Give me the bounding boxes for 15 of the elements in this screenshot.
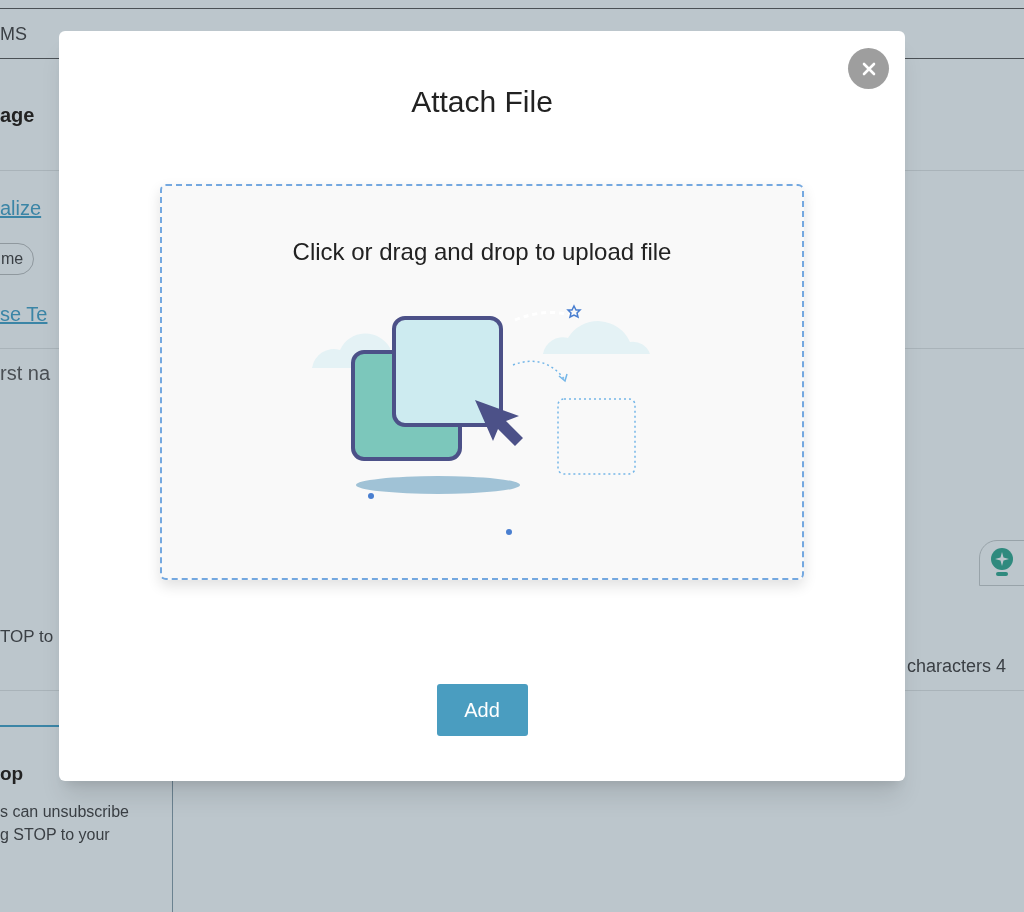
upload-dropzone[interactable]: Click or drag and drop to upload file xyxy=(160,184,804,580)
section-heading: age xyxy=(0,103,35,128)
message-text: TOP to xyxy=(0,626,54,648)
card-description: s can unsubscribe xyxy=(0,802,129,822)
dialog-title: Attach File xyxy=(411,84,553,120)
lightbulb-button[interactable] xyxy=(979,540,1024,586)
tab[interactable]: MS xyxy=(0,21,27,48)
upload-instruction: Click or drag and drop to upload file xyxy=(292,237,672,267)
character-counter: characters 4 xyxy=(907,655,1007,678)
close-icon xyxy=(861,61,876,76)
card-title: op xyxy=(0,762,24,786)
close-button[interactable] xyxy=(848,48,889,89)
message-text: rst na xyxy=(0,361,51,386)
card-description: g STOP to your xyxy=(0,825,111,845)
lightbulb-icon xyxy=(990,548,1014,578)
